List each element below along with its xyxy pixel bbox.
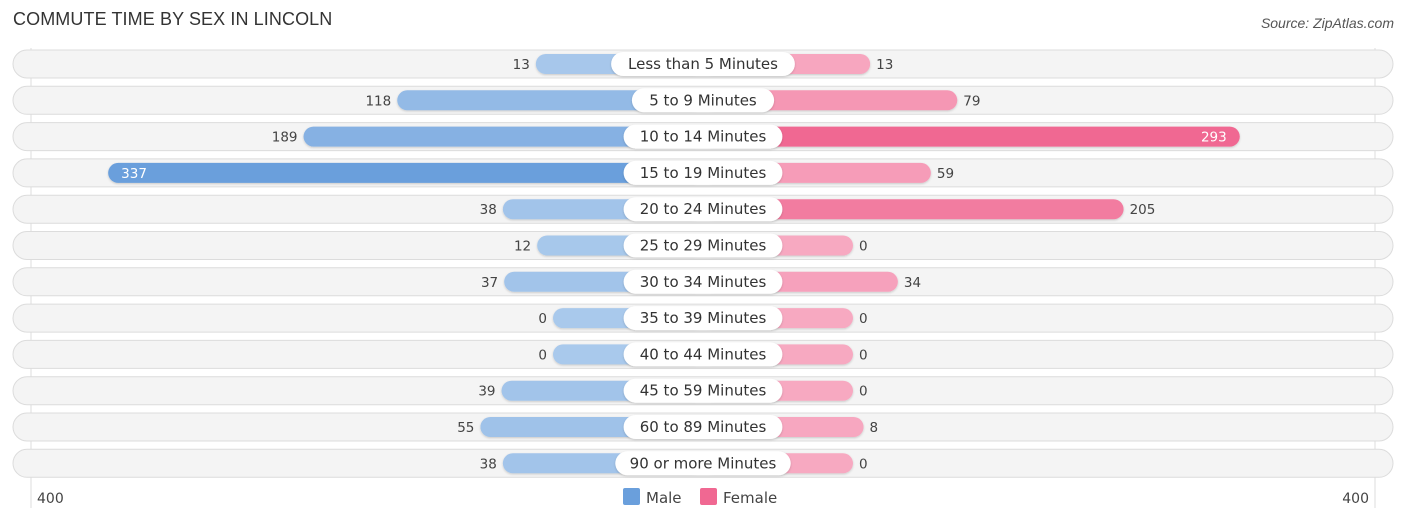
legend-label-male: Male bbox=[646, 489, 682, 507]
category-label: 10 to 14 Minutes bbox=[640, 128, 767, 146]
value-label-male: 37 bbox=[481, 275, 498, 291]
value-label-female: 79 bbox=[963, 93, 980, 109]
value-label-female: 0 bbox=[859, 311, 868, 327]
value-label-male: 13 bbox=[513, 57, 530, 73]
value-label-female: 205 bbox=[1130, 202, 1156, 218]
axis-label-right: 400 bbox=[1342, 491, 1369, 507]
value-label-female: 8 bbox=[870, 420, 879, 436]
category-label: Less than 5 Minutes bbox=[628, 55, 778, 73]
bar-male[interactable] bbox=[108, 162, 703, 183]
chart-row: 5 to 9 Minutes 118 79 bbox=[12, 85, 1394, 115]
category-label: 90 or more Minutes bbox=[630, 454, 777, 472]
chart-row: 10 to 14 Minutes 189 293 bbox=[12, 122, 1394, 152]
legend-swatch-male bbox=[623, 488, 640, 505]
chart-row: 15 to 19 Minutes 337 59 bbox=[12, 158, 1394, 188]
category-label: 25 to 29 Minutes bbox=[640, 237, 767, 255]
value-label-male: 118 bbox=[365, 93, 391, 109]
legend-item-male[interactable]: Male bbox=[623, 488, 682, 507]
value-label-female: 293 bbox=[1201, 130, 1227, 146]
value-label-female: 0 bbox=[859, 347, 868, 363]
value-label-male: 38 bbox=[480, 202, 497, 218]
value-label-female: 34 bbox=[904, 275, 921, 291]
chart-row: 90 or more Minutes 38 0 bbox=[12, 448, 1394, 478]
value-label-female: 13 bbox=[876, 57, 893, 73]
category-label: 35 to 39 Minutes bbox=[640, 309, 767, 327]
category-label: 40 to 44 Minutes bbox=[640, 345, 767, 363]
chart-row: Less than 5 Minutes 13 13 bbox=[12, 49, 1394, 79]
chart-row: 45 to 59 Minutes 39 0 bbox=[12, 376, 1394, 406]
category-label: 60 to 89 Minutes bbox=[640, 418, 767, 436]
value-label-male: 337 bbox=[121, 166, 147, 182]
value-label-male: 0 bbox=[538, 311, 547, 327]
value-label-female: 0 bbox=[859, 384, 868, 400]
axis-label-left: 400 bbox=[37, 491, 64, 507]
value-label-male: 39 bbox=[478, 384, 495, 400]
chart-row: 20 to 24 Minutes 38 205 bbox=[12, 194, 1394, 224]
chart-row: 35 to 39 Minutes 0 0 bbox=[12, 303, 1394, 333]
chart: Less than 5 Minutes 13 13 5 to 9 Minutes 118… bbox=[12, 48, 1394, 508]
category-label: 15 to 19 Minutes bbox=[640, 164, 767, 182]
legend-swatch-female bbox=[700, 488, 717, 505]
value-label-female: 0 bbox=[859, 456, 868, 472]
chart-row: 25 to 29 Minutes 12 0 bbox=[12, 231, 1394, 260]
value-label-male: 12 bbox=[514, 239, 531, 255]
value-label-male: 0 bbox=[538, 347, 547, 363]
value-label-female: 59 bbox=[937, 166, 954, 182]
legend-item-female[interactable]: Female bbox=[700, 488, 777, 507]
bar-female[interactable] bbox=[703, 126, 1240, 147]
value-label-male: 189 bbox=[272, 130, 298, 146]
category-label: 5 to 9 Minutes bbox=[649, 91, 757, 109]
chart-row: 60 to 89 Minutes 55 8 bbox=[12, 412, 1394, 442]
category-label: 45 to 59 Minutes bbox=[640, 382, 767, 400]
legend: Male Female bbox=[623, 488, 777, 507]
chart-row: 40 to 44 Minutes 0 0 bbox=[12, 339, 1394, 369]
value-label-male: 55 bbox=[457, 420, 474, 436]
category-label: 20 to 24 Minutes bbox=[640, 200, 767, 218]
value-label-female: 0 bbox=[859, 239, 868, 255]
legend-label-female: Female bbox=[723, 489, 777, 507]
value-label-male: 38 bbox=[480, 456, 497, 472]
category-label: 30 to 34 Minutes bbox=[640, 273, 767, 291]
chart-row: 30 to 34 Minutes 37 34 bbox=[12, 267, 1394, 297]
